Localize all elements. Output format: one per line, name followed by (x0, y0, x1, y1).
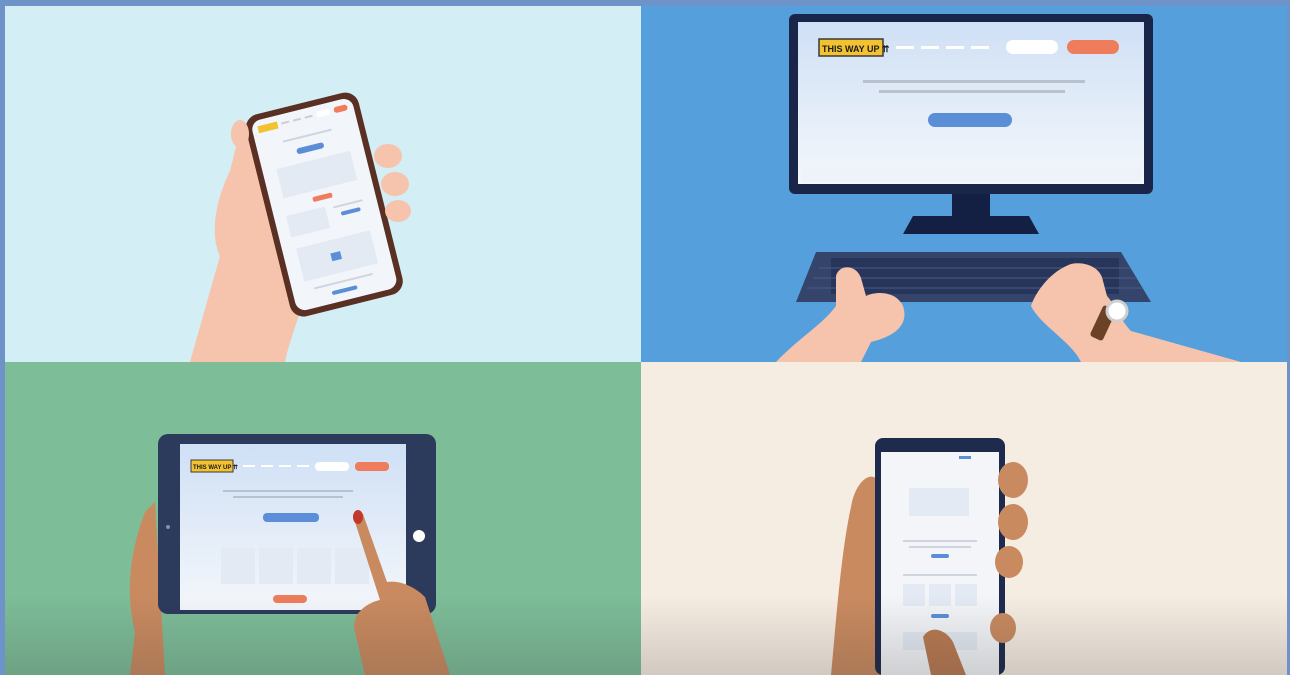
site-cta-button (1067, 40, 1119, 54)
video-frame: THIS WAY UP ⇈ THIS WAY UP ⇈ (0, 0, 1290, 675)
site-nav-button (1006, 40, 1058, 54)
desktop-illustration: THIS WAY UP ⇈ (776, 14, 1241, 362)
site-secondary-button (931, 614, 949, 618)
site-cta-button (355, 462, 389, 471)
finger-4 (990, 613, 1016, 643)
phone-scroll-illustration (831, 438, 1028, 675)
thumb (231, 120, 249, 148)
finger-2 (998, 504, 1028, 540)
finger-2 (381, 172, 409, 196)
scene-phone-hand (5, 6, 641, 362)
site-logo-text: THIS WAY UP ⇈ (193, 464, 238, 471)
fingernail (353, 510, 363, 524)
phone-hand-illustration (190, 92, 411, 362)
site-logo-text: THIS WAY UP ⇈ (822, 44, 890, 54)
site-primary-button (931, 554, 949, 558)
site-nav-button (315, 462, 349, 471)
finger-1 (374, 144, 402, 168)
site-primary-button (263, 513, 319, 522)
hand-palm (831, 476, 881, 675)
tablet-illustration: THIS WAY UP ⇈ (129, 434, 450, 675)
monitor-base (903, 216, 1039, 234)
wrist-watch-face (1105, 299, 1129, 323)
scene-phone-scroll (641, 362, 1287, 675)
finger-3 (385, 200, 411, 222)
scene-tablet-touch: THIS WAY UP ⇈ (5, 362, 641, 675)
site-accent-button (273, 595, 307, 603)
finger-3 (995, 546, 1023, 578)
finger-1 (998, 462, 1028, 498)
monitor-neck (952, 194, 990, 218)
scene-desktop-keyboard: THIS WAY UP ⇈ (641, 6, 1287, 362)
tablet-home-button (413, 530, 425, 542)
site-primary-button (928, 113, 1012, 127)
tablet-camera (166, 525, 170, 529)
